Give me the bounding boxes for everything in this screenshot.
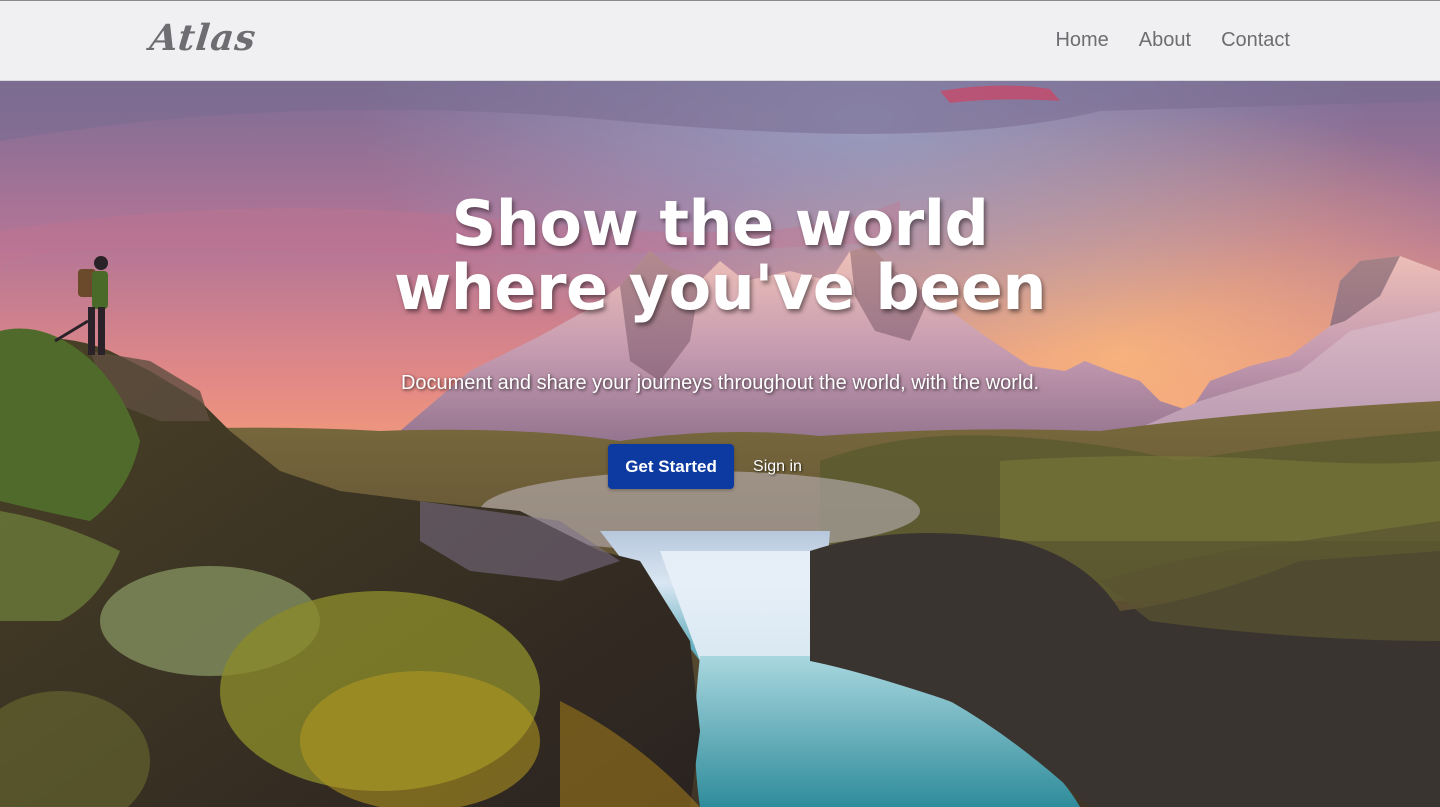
hero-headline-line-2: where you've been bbox=[394, 251, 1046, 324]
nav-links: Home About Contact bbox=[1055, 29, 1290, 52]
cta-row: Get Started Sign in bbox=[0, 444, 1440, 489]
hero-section: Show the world where you've been Documen… bbox=[0, 81, 1440, 807]
get-started-button[interactable]: Get Started bbox=[608, 444, 735, 489]
hero-subheading: Document and share your journeys through… bbox=[400, 372, 1040, 394]
navbar: Atlas Home About Contact bbox=[0, 0, 1440, 81]
nav-link-home[interactable]: Home bbox=[1055, 29, 1108, 52]
nav-link-contact[interactable]: Contact bbox=[1221, 29, 1290, 52]
brand-logo[interactable]: Atlas bbox=[148, 17, 259, 59]
hero-headline: Show the world where you've been bbox=[0, 192, 1440, 320]
hero-content: Show the world where you've been Documen… bbox=[0, 192, 1440, 489]
sign-in-link[interactable]: Sign in bbox=[753, 458, 802, 476]
nav-link-about[interactable]: About bbox=[1139, 29, 1191, 52]
hero-headline-line-1: Show the world bbox=[451, 187, 989, 260]
